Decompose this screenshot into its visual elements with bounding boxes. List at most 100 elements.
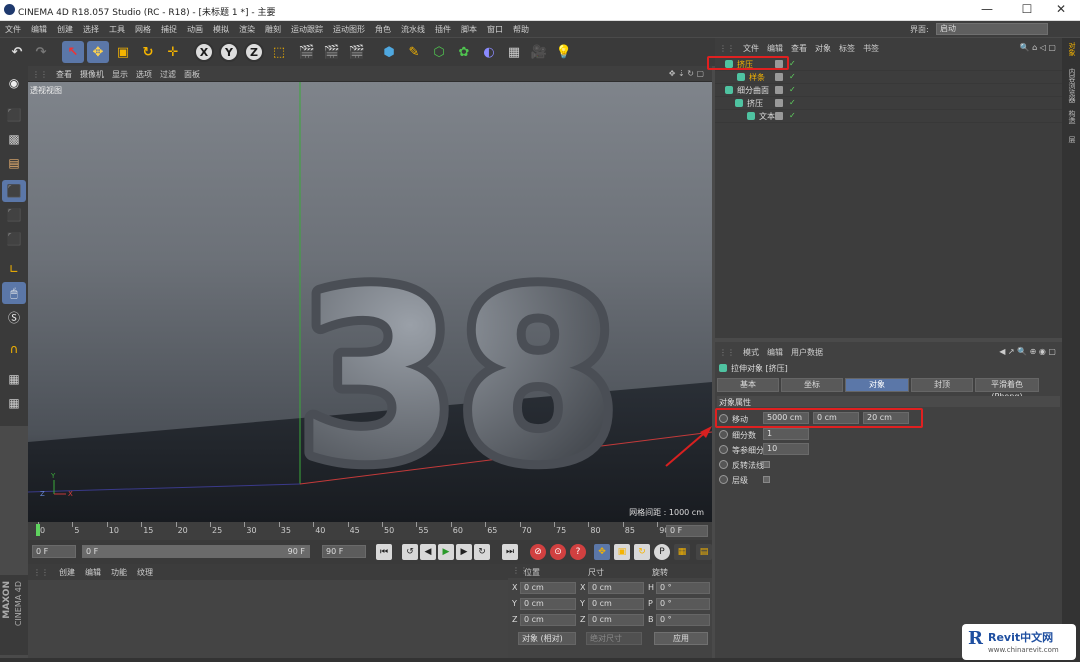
size-y-field[interactable]: 0 cm <box>588 598 644 610</box>
material-menu-create[interactable]: 创建 <box>54 564 80 578</box>
subdivision-field[interactable]: 1 <box>763 428 809 440</box>
attribute-nav-icons[interactable]: ◀ ↗ 🔍 ⊕ ◉ ▢ <box>995 346 1060 356</box>
key-pla-icon[interactable]: ▦ <box>674 544 690 560</box>
undo-icon[interactable]: ↶ <box>6 41 28 63</box>
model-mode-icon[interactable]: ⬛ <box>2 104 26 126</box>
menu-snap[interactable]: 捕捉 <box>156 21 182 35</box>
object-row[interactable]: 样条 ✓ <box>715 71 1062 84</box>
maximize-button[interactable]: ☐ <box>1010 2 1044 18</box>
object-name[interactable]: 样条 <box>749 72 765 83</box>
timeline-ruler[interactable]: 0 5 10 15 20 25 30 35 40 45 50 55 60 65 70 75 80 85 90 0 F <box>28 522 712 540</box>
end-frame-field[interactable]: 90 F <box>322 545 366 558</box>
viewport-menu-cameras[interactable]: 摄像机 <box>76 66 108 80</box>
current-frame-field[interactable]: 0 F <box>666 525 708 537</box>
menu-sculpt[interactable]: 雕刻 <box>260 21 286 35</box>
pen-icon[interactable]: ✎ <box>403 41 425 63</box>
planar-workplane-icon[interactable]: ▦ <box>2 392 26 414</box>
polygons-mode-icon[interactable]: ⬛ <box>2 228 26 250</box>
menu-script[interactable]: 脚本 <box>456 21 482 35</box>
material-menu-function[interactable]: 功能 <box>106 564 132 578</box>
subdivision-icon[interactable]: ⬡ <box>428 41 450 63</box>
hierarchical-checkbox[interactable] <box>763 476 770 483</box>
recent-tool-icon[interactable]: ✛ <box>162 41 184 63</box>
floor-icon[interactable]: ▦ <box>503 41 525 63</box>
visibility-toggle-icon[interactable] <box>775 112 783 120</box>
menu-plugins[interactable]: 插件 <box>430 21 456 35</box>
flip-normals-keyframe-radio[interactable] <box>719 460 728 469</box>
object-menu-edit[interactable]: 编辑 <box>763 42 787 54</box>
menu-window[interactable]: 窗口 <box>482 21 508 35</box>
render-settings-icon[interactable]: 🎬 <box>346 41 368 63</box>
object-menu-view[interactable]: 查看 <box>787 42 811 54</box>
isoparm-field[interactable]: 10 <box>763 443 809 455</box>
axis-mode-icon[interactable]: ∟ <box>2 258 26 280</box>
lock-workplane-icon[interactable]: ▦ <box>2 368 26 390</box>
object-name[interactable]: 挤压 <box>747 98 763 109</box>
object-menu-bookmarks[interactable]: 书签 <box>859 42 883 54</box>
visibility-toggle-icon[interactable] <box>775 86 783 94</box>
menu-file[interactable]: 文件 <box>0 21 26 35</box>
timeline-window-icon[interactable]: ▤ <box>696 544 712 560</box>
object-search-icons[interactable]: 🔍 ⌂ ◁ ▢ <box>1016 42 1060 52</box>
object-menu-tags[interactable]: 标签 <box>835 42 859 54</box>
viewport-menu-filter[interactable]: 过滤 <box>156 66 180 80</box>
menu-render[interactable]: 渲染 <box>234 21 260 35</box>
key-position-icon[interactable]: ✥ <box>594 544 610 560</box>
array-icon[interactable]: ✿ <box>453 41 475 63</box>
material-menu-texture[interactable]: 纹理 <box>132 564 158 578</box>
side-tab-objects[interactable]: 对象 <box>1065 42 1077 56</box>
edges-mode-icon[interactable]: ⬛ <box>2 204 26 226</box>
live-select-icon[interactable]: ↖ <box>62 41 84 63</box>
object-menu-file[interactable]: 文件 <box>739 42 763 54</box>
menu-mograph[interactable]: 运动图形 <box>328 21 370 35</box>
enabled-check-icon[interactable]: ✓ <box>789 98 796 107</box>
tab-object[interactable]: 对象 <box>845 378 909 392</box>
object-row[interactable]: 挤压 ✓ <box>715 97 1062 110</box>
tab-phong[interactable]: 平滑着色(Phong) <box>975 378 1039 401</box>
attribute-menu-edit[interactable]: 编辑 <box>763 346 787 358</box>
visibility-toggle-icon[interactable] <box>775 73 783 81</box>
playhead[interactable] <box>36 524 40 536</box>
redo-icon[interactable]: ↷ <box>30 41 52 63</box>
side-tab-structure[interactable]: 构造 <box>1065 110 1077 124</box>
autokey-icon[interactable]: ⊙ <box>550 544 566 560</box>
flip-normals-checkbox[interactable] <box>763 461 770 468</box>
coordinate-system-icon[interactable]: ⬚ <box>268 41 290 63</box>
object-name[interactable]: 文本 <box>759 111 775 122</box>
go-to-end-icon[interactable]: ⏭ <box>502 544 518 560</box>
size-mode-dropdown[interactable]: 绝对尺寸 <box>586 632 642 645</box>
coordinate-mode-dropdown[interactable]: 对象 (相对) <box>518 632 576 645</box>
enabled-check-icon[interactable]: ✓ <box>789 59 796 68</box>
menu-tools[interactable]: 工具 <box>104 21 130 35</box>
object-name[interactable]: 细分曲面 <box>737 85 769 96</box>
material-menu-edit[interactable]: 编辑 <box>80 564 106 578</box>
object-menu-objects[interactable]: 对象 <box>811 42 835 54</box>
position-z-field[interactable]: 0 cm <box>520 614 576 626</box>
enabled-check-icon[interactable]: ✓ <box>789 111 796 120</box>
make-editable-icon[interactable]: ◉ <box>2 72 26 94</box>
enabled-check-icon[interactable]: ✓ <box>789 72 796 81</box>
scale-icon[interactable]: ▣ <box>112 41 134 63</box>
menu-create[interactable]: 创建 <box>52 21 78 35</box>
go-to-start-icon[interactable]: ⏮ <box>376 544 392 560</box>
previous-key-icon[interactable]: ↺ <box>402 544 418 560</box>
position-x-field[interactable]: 0 cm <box>520 582 576 594</box>
enabled-check-icon[interactable]: ✓ <box>789 85 796 94</box>
hierarchical-keyframe-radio[interactable] <box>719 475 728 484</box>
light-icon[interactable]: 💡 <box>553 41 575 63</box>
next-key-icon[interactable]: ↻ <box>474 544 490 560</box>
side-tab-content-browser[interactable]: 内容浏览器 <box>1065 68 1077 103</box>
size-z-field[interactable]: 0 cm <box>588 614 644 626</box>
render-picture-viewer-icon[interactable]: 🎬 <box>321 41 343 63</box>
move-icon[interactable]: ✥ <box>87 41 109 63</box>
layout-dropdown[interactable]: 启动 <box>936 23 1048 35</box>
render-view-icon[interactable]: 🎬 <box>296 41 318 63</box>
viewport-nav-icons[interactable]: ✥ ⇣ ↻ ▢ <box>665 66 708 78</box>
rotation-p-field[interactable]: 0 ° <box>656 598 710 610</box>
previous-frame-icon[interactable]: ◀ <box>420 544 436 560</box>
z-axis-icon[interactable]: Z <box>244 42 264 62</box>
key-scale-icon[interactable]: ▣ <box>614 544 630 560</box>
rotation-h-field[interactable]: 0 ° <box>656 582 710 594</box>
menu-select[interactable]: 选择 <box>78 21 104 35</box>
size-x-field[interactable]: 0 cm <box>588 582 644 594</box>
